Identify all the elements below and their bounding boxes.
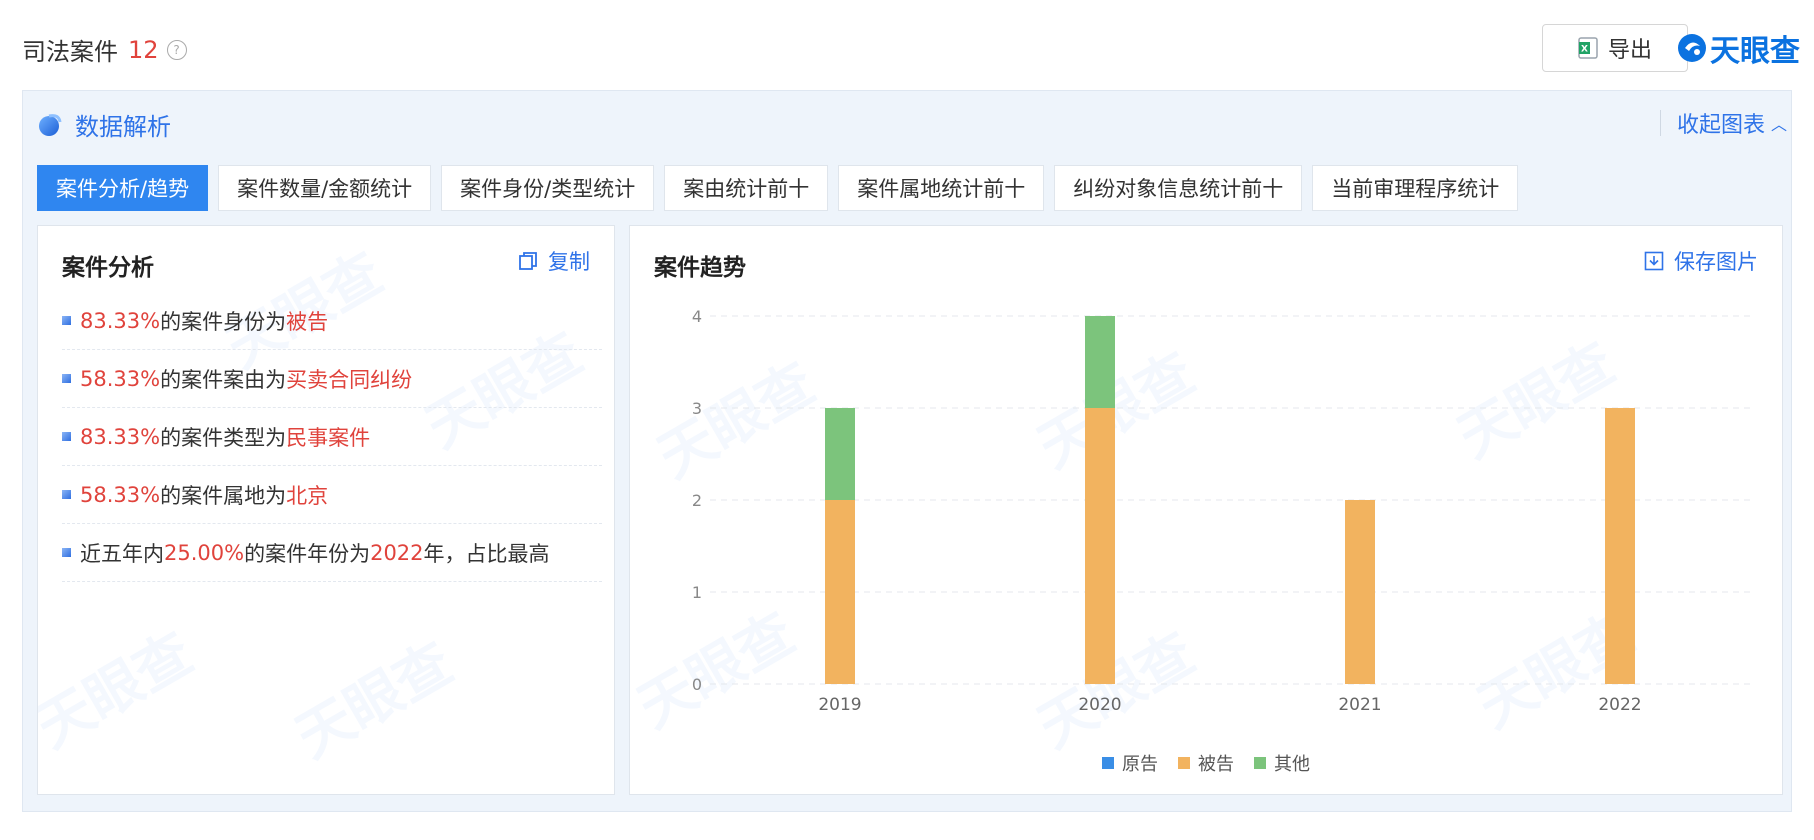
excel-icon: X [1578, 37, 1598, 59]
tab-case-analysis-trend[interactable]: 案件分析/趋势 [37, 165, 209, 211]
bullet-icon [62, 432, 71, 441]
bullet-icon [62, 548, 71, 557]
case-analysis-card: 天眼查 天眼查 天眼查 天眼查 案件分析 复制 83.33% 的案件身份为 被告 5… [37, 225, 615, 795]
item-percent: 83.33% [80, 308, 161, 333]
item-text: 的案件年份为 [244, 541, 371, 566]
x-tick-label: 2021 [1338, 695, 1381, 715]
section-title: 司法案件 12 ? [22, 32, 187, 67]
item-text: 的案件属地为 [160, 483, 287, 508]
y-tick-label: 3 [692, 399, 702, 418]
section-header: 司法案件 12 ? X 导出 天眼查 [22, 22, 1800, 72]
divider [1659, 110, 1661, 136]
x-tick-label: 2022 [1598, 695, 1641, 715]
item-text: 的案件类型为 [160, 425, 287, 450]
panel-header: 数据解析 [37, 107, 171, 142]
item-text: 的案件案由为 [160, 367, 287, 392]
item-prefix: 近五年内 [80, 541, 164, 566]
chevron-up-icon: ︿ [1770, 115, 1787, 134]
x-tick-label: 2019 [818, 695, 861, 715]
svg-text:X: X [1581, 45, 1588, 55]
help-icon[interactable]: ? [166, 39, 187, 60]
analysis-icon [39, 113, 62, 136]
bullet-icon [62, 374, 71, 383]
bar-segment [1345, 500, 1375, 684]
collapse-area: 收起图表 ︿ [1659, 107, 1787, 139]
copy-icon [519, 252, 537, 270]
legend-swatch [1102, 757, 1114, 769]
analysis-tabs: 案件分析/趋势 案件数量/金额统计 案件身份/类型统计 案由统计前十 案件属地统… [37, 165, 1528, 211]
legend-item[interactable]: 原告 [1102, 750, 1158, 776]
panel-title: 数据解析 [75, 113, 171, 141]
data-analysis-panel: 数据解析 收起图表 ︿ 案件分析/趋势 案件数量/金额统计 案件身份/类型统计 … [22, 90, 1792, 812]
y-tick-label: 2 [692, 491, 702, 510]
y-tick-label: 0 [692, 675, 702, 694]
analysis-list: 83.33% 的案件身份为 被告 58.33% 的案件案由为 买卖合同纠纷 83.33%… [62, 292, 602, 582]
watermark: 天眼查 [37, 620, 204, 761]
y-tick-label: 4 [692, 307, 702, 326]
section-title-text: 司法案件 [22, 38, 118, 66]
collapse-label: 收起图表 [1676, 113, 1765, 138]
legend-label: 被告 [1198, 754, 1234, 775]
list-item: 58.33% 的案件属地为 北京 [62, 466, 602, 524]
watermark: 天眼查 [285, 630, 464, 771]
list-item: 58.33% 的案件案由为 买卖合同纠纷 [62, 350, 602, 408]
case-trend-chart: 0 1 2 3 4 2019 2020 2021 2022 [692, 307, 1750, 715]
item-value: 买卖合同纠纷 [286, 367, 413, 392]
item-text: 的案件身份为 [160, 309, 287, 334]
legend-swatch [1178, 757, 1190, 769]
tab-case-count-amount[interactable]: 案件数量/金额统计 [218, 165, 432, 211]
chart-legend: 原告 被告 其他 [630, 750, 1782, 776]
item-percent: 83.33% [80, 424, 161, 449]
bar-segment [825, 500, 855, 684]
brand-name: 天眼查 [1710, 34, 1800, 69]
export-label: 导出 [1607, 38, 1652, 63]
bullet-icon [62, 490, 71, 499]
copy-button[interactable]: 复制 [518, 246, 590, 276]
tab-case-identity-type[interactable]: 案件身份/类型统计 [441, 165, 655, 211]
tab-cause-top10[interactable]: 案由统计前十 [664, 165, 829, 211]
bar-segment [1085, 316, 1115, 408]
tab-dispute-party-top10[interactable]: 纠纷对象信息统计前十 [1054, 165, 1303, 211]
list-item: 近五年内 25.00% 的案件年份为 2022 年，占比最高 [62, 524, 602, 582]
legend-item[interactable]: 其他 [1254, 750, 1310, 776]
bullet-icon [62, 316, 71, 325]
bar-segment [1605, 408, 1635, 684]
case-trend-card: 天眼查 天眼查 天眼查 天眼查 天眼查 天眼查 案件趋势 保存图片 012342… [629, 225, 1783, 795]
tab-trial-procedure[interactable]: 当前审理程序统计 [1312, 165, 1519, 211]
legend-label: 原告 [1122, 754, 1158, 775]
copy-label: 复制 [548, 250, 590, 274]
case-analysis-title: 案件分析 [62, 255, 154, 281]
list-item: 83.33% 的案件类型为 民事案件 [62, 408, 602, 466]
item-value: 北京 [286, 483, 329, 508]
item-percent: 58.33% [80, 366, 161, 391]
legend-swatch [1254, 757, 1266, 769]
item-value: 2022 [370, 540, 424, 565]
export-button[interactable]: X 导出 [1542, 24, 1688, 72]
legend-label: 其他 [1274, 754, 1310, 775]
item-suffix: 年，占比最高 [423, 541, 550, 566]
case-count: 12 [128, 35, 159, 64]
item-percent: 25.00% [164, 540, 245, 565]
item-value: 民事案件 [286, 425, 371, 450]
item-percent: 58.33% [80, 482, 161, 507]
legend-item[interactable]: 被告 [1178, 750, 1234, 776]
y-tick-label: 1 [692, 583, 702, 602]
tab-region-top10[interactable]: 案件属地统计前十 [838, 165, 1045, 211]
collapse-chart-button[interactable]: 收起图表 ︿ [1677, 107, 1787, 139]
bar-segment [825, 408, 855, 500]
brand-logo: 天眼查 [1676, 26, 1800, 70]
list-item: 83.33% 的案件身份为 被告 [62, 292, 602, 350]
brand-icon [1678, 34, 1706, 62]
x-tick-label: 2020 [1078, 695, 1121, 715]
bar-segment [1085, 408, 1115, 684]
item-value: 被告 [286, 309, 329, 334]
